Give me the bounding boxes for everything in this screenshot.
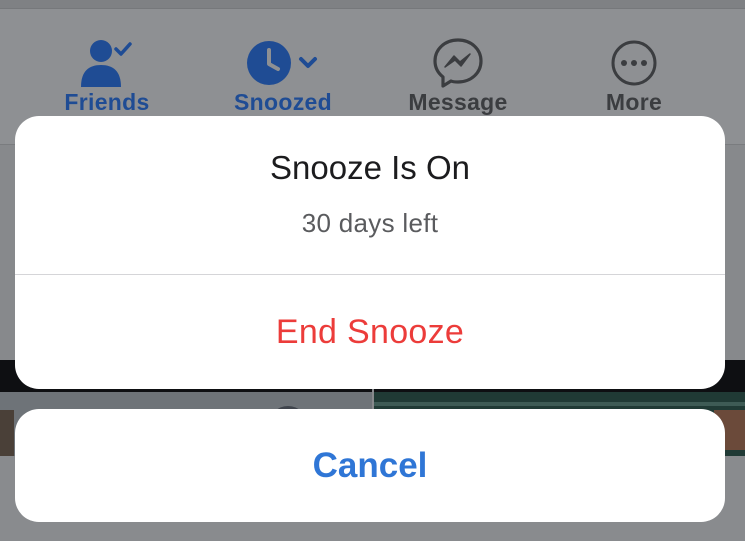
messenger-icon [378,35,538,91]
top-strip [0,0,745,8]
snoozed-label: Snoozed [234,89,332,115]
snoozed-button[interactable]: Snoozed [203,35,363,116]
message-button[interactable]: Message [378,35,538,116]
snooze-action-sheet: Snooze Is On 30 days left End Snooze [15,116,725,389]
more-dots-icon [554,35,714,91]
sheet-subtitle: 30 days left [301,208,439,238]
clock-snooze-icon [203,35,363,91]
more-button[interactable]: More [554,35,714,116]
cancel-button[interactable]: Cancel [15,409,725,522]
friends-label: Friends [64,89,150,115]
more-label: More [605,89,663,115]
message-label: Message [408,89,508,115]
friends-check-icon [27,35,187,91]
friends-button[interactable]: Friends [27,35,187,116]
end-snooze-button[interactable]: End Snooze [15,275,725,389]
sheet-title: Snooze Is On [270,149,470,186]
cancel-sheet: Cancel [15,409,725,522]
